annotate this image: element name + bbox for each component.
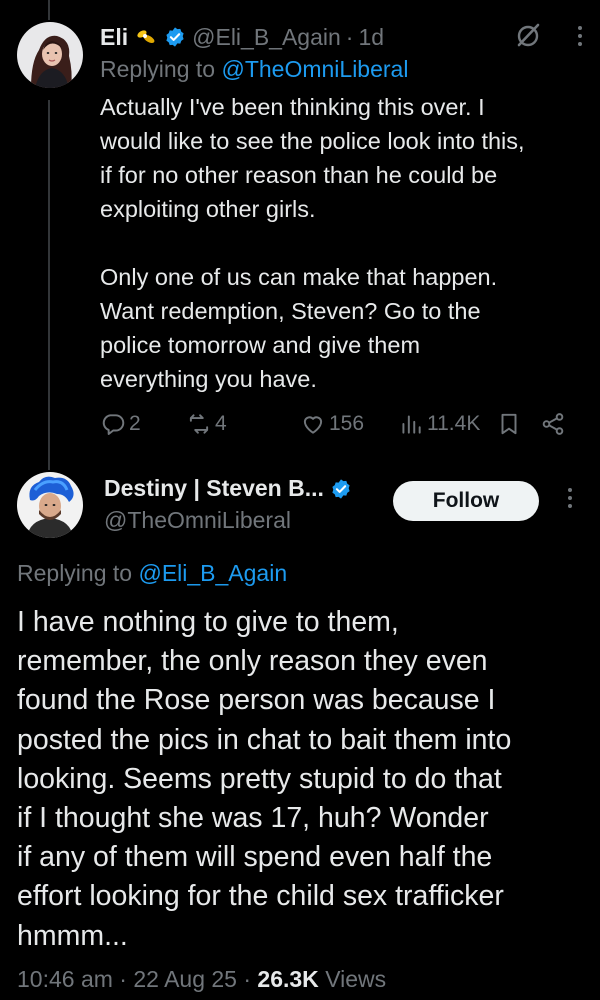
like-count: 156 [329, 412, 365, 435]
bookmark-button[interactable] [496, 411, 522, 437]
tweet-paragraph: Only one of us can make that happen. Wan… [100, 264, 498, 392]
separator: · [119, 966, 127, 992]
timestamp[interactable]: 1d [358, 24, 384, 51]
reply-icon [102, 414, 125, 435]
reply-button[interactable]: 2 [100, 411, 141, 437]
separator: · [345, 23, 354, 50]
badge-icon [134, 25, 158, 49]
tweet-header: Eli @Eli_B_Again · 1d [100, 22, 384, 52]
replying-to: Replying to @Eli_B_Again [17, 560, 287, 587]
share-icon [542, 413, 564, 435]
replying-to-link[interactable]: @TheOmniLiberal [221, 56, 408, 82]
views-icon [402, 415, 421, 434]
bookmark-icon [501, 413, 517, 435]
handle[interactable]: @TheOmniLiberal [104, 507, 291, 534]
verified-icon [330, 478, 352, 500]
tweet-meta: 10:46 am · 22 Aug 25 · 26.3K Views [17, 966, 386, 993]
separator: · [243, 966, 252, 992]
share-button[interactable] [540, 411, 566, 437]
handle[interactable]: @Eli_B_Again [192, 24, 341, 51]
views-count: 11.4K [427, 412, 481, 435]
replying-prefix: Replying to [100, 56, 222, 82]
tweet-paragraph: Actually I've been thinking this over. I… [100, 94, 525, 222]
replying-prefix: Replying to [17, 560, 139, 586]
views-count[interactable]: 26.3K [257, 966, 318, 992]
views-button[interactable]: 11.4K [398, 411, 480, 437]
replying-to-link[interactable]: @Eli_B_Again [138, 560, 287, 586]
tweet-text: Actually I've been thinking this over. I… [100, 90, 580, 396]
more-icon[interactable] [568, 488, 572, 508]
grok-icon[interactable] [514, 22, 542, 50]
date[interactable]: 22 Aug 25 [133, 966, 237, 992]
verified-icon [164, 26, 186, 48]
like-button[interactable]: 156 [300, 411, 364, 437]
more-icon[interactable] [578, 26, 582, 46]
tweet-paragraph: I have nothing to give to them, remember… [17, 606, 512, 952]
repost-icon [189, 414, 209, 434]
avatar[interactable] [17, 472, 83, 538]
avatar[interactable] [17, 22, 83, 88]
thread-connector-line [48, 100, 50, 470]
timestamp[interactable]: 10:46 am [17, 966, 113, 992]
reply-count: 2 [129, 412, 141, 435]
replying-to: Replying to @TheOmniLiberal [100, 56, 408, 83]
display-name[interactable]: Eli [100, 24, 128, 51]
display-name-text[interactable]: Destiny | Steven B... [104, 475, 324, 502]
like-icon [303, 416, 323, 434]
repost-count: 4 [215, 412, 227, 435]
tweet-text: I have nothing to give to them, remember… [17, 603, 587, 956]
follow-button[interactable]: Follow [393, 481, 539, 521]
tweet-top-actions [514, 22, 582, 50]
display-name[interactable]: Destiny | Steven B... [104, 475, 358, 502]
thread-line-top [48, 0, 50, 20]
tweet-actions-bar: 2 4 156 11.4K [100, 408, 570, 440]
views-label: Views [325, 966, 387, 992]
repost-button[interactable]: 4 [186, 411, 227, 437]
